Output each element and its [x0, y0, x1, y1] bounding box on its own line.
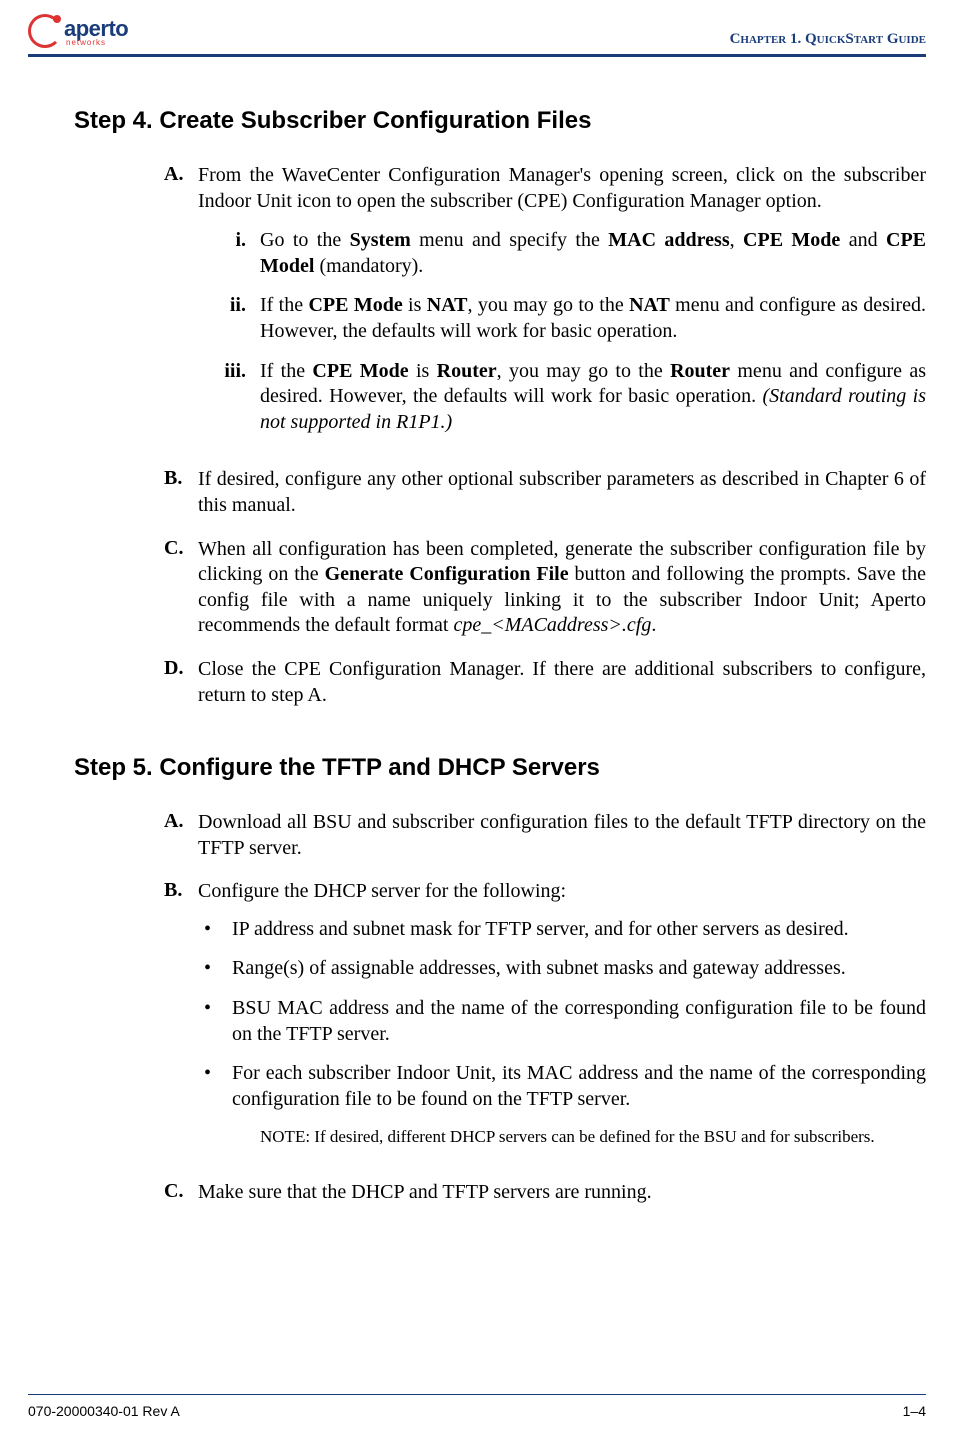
list-item: •Range(s) of assignable addresses, with … [198, 956, 926, 982]
logo: aperto networks [28, 14, 128, 48]
header-bar: aperto networks Chapter 1. QuickStart Gu… [28, 10, 926, 48]
marker-c: C. [164, 1180, 198, 1206]
step-5-b-note: NOTE: If desired, different DHCP servers… [260, 1126, 926, 1147]
marker-a: A. [164, 810, 198, 861]
step-5-b-bullets: •IP address and subnet mask for TFTP ser… [198, 917, 926, 1113]
bullet-icon: • [198, 956, 232, 982]
content: Step 4. Create Subscriber Configuration … [28, 57, 926, 1205]
step-4-c: C. When all configuration has been compl… [164, 537, 926, 639]
logo-text-wrap: aperto networks [64, 16, 128, 47]
step-5-c: C. Make sure that the DHCP and TFTP serv… [164, 1180, 926, 1206]
step-5-b-body: Configure the DHCP server for the follow… [198, 879, 926, 1161]
step-4-a-i: i. Go to the System menu and specify the… [198, 228, 926, 279]
step-4-b: B. If desired, configure any other optio… [164, 467, 926, 518]
step-5-a: A. Download all BSU and subscriber confi… [164, 810, 926, 861]
bullet-icon: • [198, 996, 232, 1047]
list-item: •For each subscriber Indoor Unit, its MA… [198, 1061, 926, 1112]
step-4-a-ii: ii. If the CPE Mode is NAT, you may go t… [198, 293, 926, 344]
marker-d: D. [164, 657, 198, 708]
bullet-icon: • [198, 917, 232, 943]
step-4-d-body: Close the CPE Configuration Manager. If … [198, 657, 926, 708]
step-4-a-text: From the WaveCenter Configuration Manage… [198, 164, 926, 212]
step-4-a-body: From the WaveCenter Configuration Manage… [198, 163, 926, 449]
logo-icon [28, 14, 62, 48]
marker-ii: ii. [198, 293, 260, 344]
footer-doc-id: 070-20000340-01 Rev A [28, 1403, 180, 1419]
step-4-b-body: If desired, configure any other optional… [198, 467, 926, 518]
marker-iii: iii. [198, 359, 260, 436]
list-item: •IP address and subnet mask for TFTP ser… [198, 917, 926, 943]
footer-rule [28, 1394, 926, 1395]
step-5-b: B. Configure the DHCP server for the fol… [164, 879, 926, 1161]
step-5-a-body: Download all BSU and subscriber configur… [198, 810, 926, 861]
step-4-a-ii-body: If the CPE Mode is NAT, you may go to th… [260, 293, 926, 344]
marker-c: C. [164, 537, 198, 639]
step-4-a: A. From the WaveCenter Configuration Man… [164, 163, 926, 449]
footer: 070-20000340-01 Rev A 1–4 [28, 1394, 926, 1419]
step-4-a-i-body: Go to the System menu and specify the MA… [260, 228, 926, 279]
step-5: Step 5. Configure the TFTP and DHCP Serv… [74, 754, 926, 1205]
step-5-b-text: Configure the DHCP server for the follow… [198, 880, 566, 902]
step-4-heading: Step 4. Create Subscriber Configuration … [74, 107, 926, 135]
list-item: •BSU MAC address and the name of the cor… [198, 996, 926, 1047]
footer-row: 070-20000340-01 Rev A 1–4 [28, 1403, 926, 1419]
step-4-a-iii: iii. If the CPE Mode is Router, you may … [198, 359, 926, 436]
marker-b: B. [164, 879, 198, 1161]
step-4: Step 4. Create Subscriber Configuration … [74, 107, 926, 708]
step-4-a-iii-body: If the CPE Mode is Router, you may go to… [260, 359, 926, 436]
step-5-c-body: Make sure that the DHCP and TFTP servers… [198, 1180, 652, 1206]
chapter-title: Chapter 1. QuickStart Guide [730, 31, 926, 48]
bullet-icon: • [198, 1061, 232, 1112]
marker-i: i. [198, 228, 260, 279]
step-4-a-sublist: i. Go to the System menu and specify the… [198, 228, 926, 435]
page: aperto networks Chapter 1. QuickStart Gu… [0, 0, 954, 1443]
step-4-list: A. From the WaveCenter Configuration Man… [164, 163, 926, 708]
footer-page-number: 1–4 [903, 1403, 926, 1419]
marker-a: A. [164, 163, 198, 449]
step-5-list: A. Download all BSU and subscriber confi… [164, 810, 926, 1205]
step-4-c-body: When all configuration has been complete… [198, 537, 926, 639]
step-5-heading: Step 5. Configure the TFTP and DHCP Serv… [74, 754, 926, 782]
step-4-d: D. Close the CPE Configuration Manager. … [164, 657, 926, 708]
marker-b: B. [164, 467, 198, 518]
